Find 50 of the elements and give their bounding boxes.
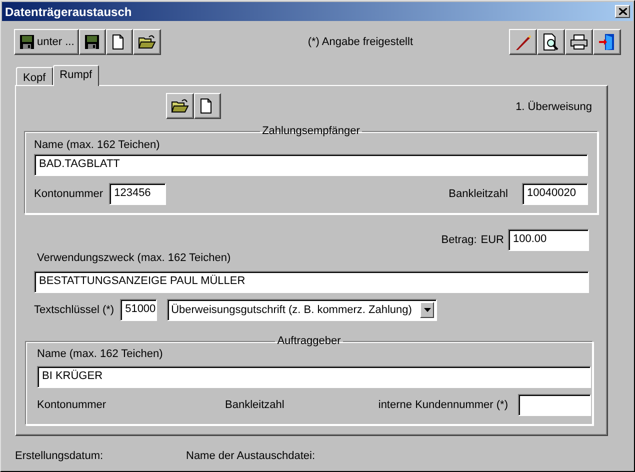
field-label: Bankleitzahl	[448, 188, 508, 200]
bank-code-field[interactable]: 10040020	[522, 183, 588, 205]
save-button[interactable]	[79, 29, 106, 55]
document-icon	[199, 98, 213, 114]
name-field[interactable]: BI KRÜGER	[37, 366, 591, 388]
text-key-field[interactable]: 51000	[120, 299, 158, 321]
name-field[interactable]: BAD.TAGBLATT	[34, 154, 588, 176]
exit-button[interactable]	[593, 29, 621, 55]
customer-number-field[interactable]	[518, 394, 591, 416]
new-button[interactable]	[194, 93, 221, 119]
optional-note: (*) Angabe freigestellt	[308, 36, 413, 48]
close-icon	[618, 8, 626, 15]
tab[interactable]: Kopf	[16, 67, 53, 85]
field-label: Kontonummer	[34, 188, 104, 200]
window-title: Datenträgeraustausch	[5, 4, 132, 18]
magnifier-page-icon	[542, 33, 560, 51]
purpose-field[interactable]: BESTATTUNGSANZEIGE PAUL MÜLLER	[34, 271, 589, 293]
printer-icon	[570, 34, 588, 50]
preview-button[interactable]	[537, 29, 565, 55]
field-label: Textschlüssel (*)	[34, 304, 114, 316]
caret-icon	[424, 308, 431, 312]
field-label: Verwendungszweck (max. 162 Teichen)	[37, 252, 232, 264]
field-label: Bankleitzahl	[225, 399, 284, 411]
save-as-button[interactable]: unter ...	[14, 29, 80, 55]
account-number-field[interactable]: 123456	[109, 183, 166, 205]
open-button[interactable]	[166, 93, 194, 119]
print-button[interactable]	[565, 29, 593, 55]
group-title: Auftraggeber	[276, 335, 342, 347]
pencil-icon	[514, 33, 532, 51]
open-folder-icon	[138, 34, 156, 50]
tab[interactable]: Rumpf	[52, 65, 100, 86]
open-folder-icon	[171, 98, 189, 114]
status-label: Name der Austauschdatei:	[186, 450, 316, 462]
record-label: 1. Überweisung	[516, 101, 592, 113]
currency-label: EUR	[480, 234, 504, 246]
new-button[interactable]	[106, 29, 134, 55]
document-icon	[111, 34, 126, 50]
open-button[interactable]	[133, 29, 162, 55]
edit-button[interactable]	[509, 29, 537, 55]
text-key-dropdown[interactable]: Überweisungsgutschrift (z. B. kommerz. Zahlung)	[167, 299, 438, 321]
field-label: Kontonummer	[37, 399, 108, 411]
field-label: Name (max. 162 Teichen)	[37, 348, 164, 360]
field-label: interne Kundennummer (*)	[378, 399, 508, 411]
field-label: Betrag:	[441, 234, 477, 246]
status-label: Erstellungsdatum:	[15, 450, 104, 462]
close-button[interactable]	[615, 5, 630, 18]
amount-field[interactable]: 100.00	[508, 229, 589, 251]
door-exit-icon	[598, 33, 616, 51]
field-label: Name (max. 162 Teichen)	[34, 139, 161, 151]
group-title: Zahlungsempfänger	[261, 125, 361, 137]
